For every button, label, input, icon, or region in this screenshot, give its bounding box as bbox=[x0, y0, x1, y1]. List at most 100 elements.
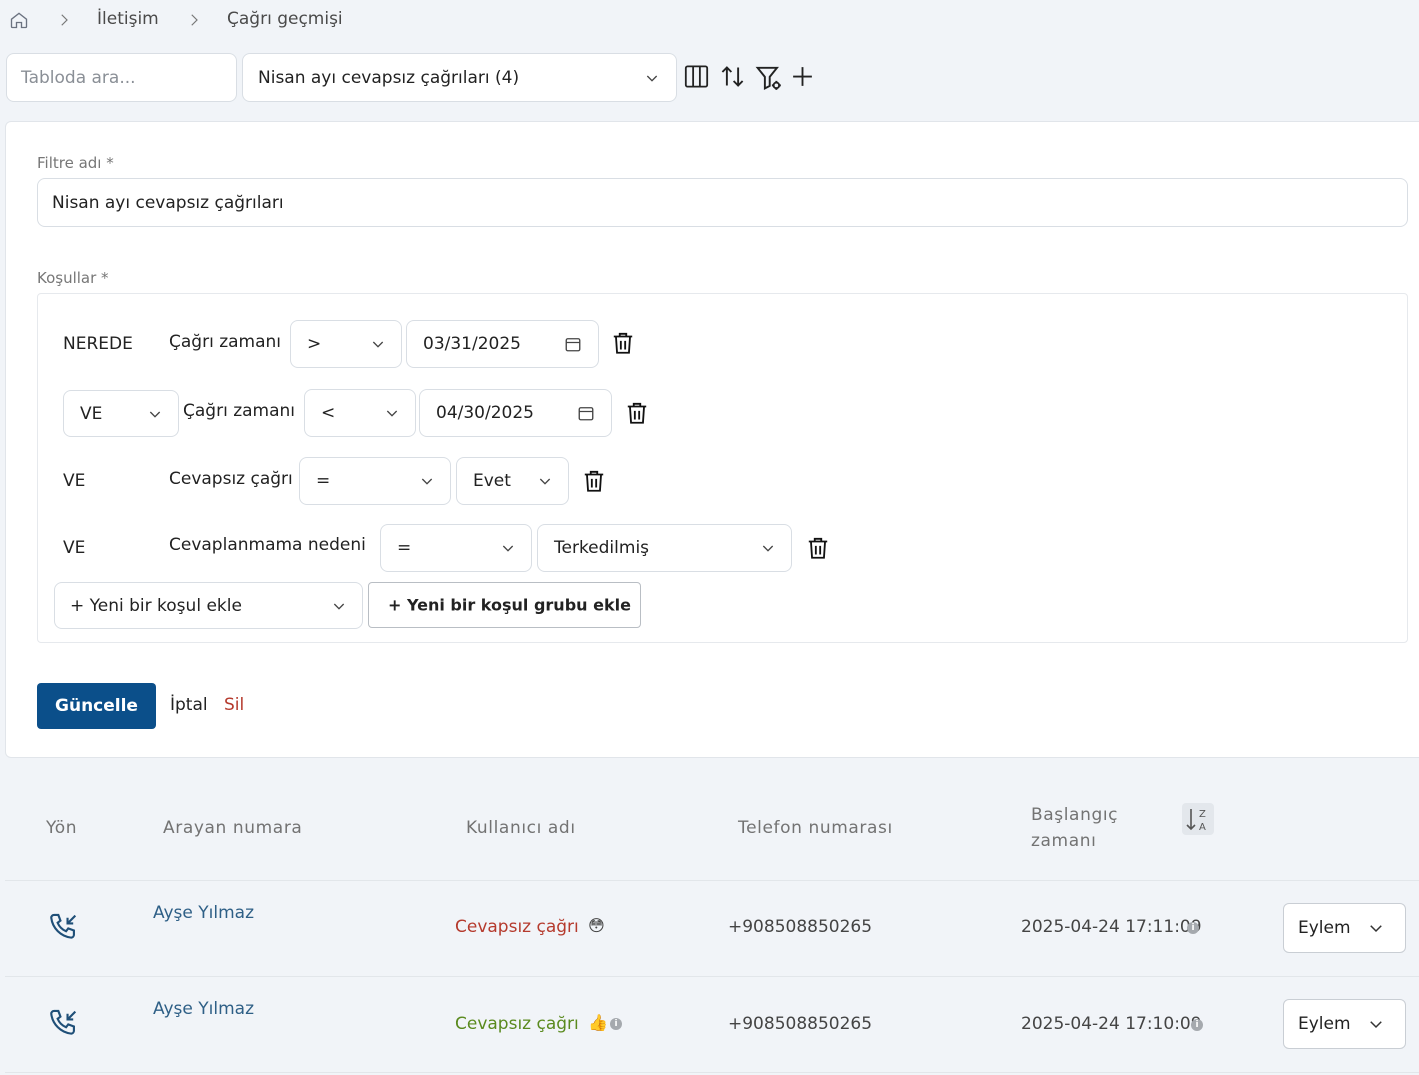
chevron-right-icon bbox=[191, 14, 198, 26]
svg-text:Z: Z bbox=[1199, 809, 1206, 820]
sort-desc-icon[interactable]: ZA bbox=[1182, 803, 1214, 835]
chevron-down-icon bbox=[646, 75, 658, 82]
chevron-down-icon bbox=[386, 410, 398, 417]
cancel-button[interactable]: İptal bbox=[170, 695, 208, 715]
column-header-direction[interactable]: Yön bbox=[46, 818, 77, 838]
incoming-call-icon bbox=[50, 1009, 77, 1035]
conditions-label: Koşullar * bbox=[37, 269, 109, 287]
add-condition-group-label: + Yeni bir koşul grubu ekle bbox=[388, 595, 631, 615]
condition-field: Cevapsız çağrı bbox=[169, 469, 293, 489]
filter-name-label: Filtre adı * bbox=[37, 154, 114, 172]
condition-date-input[interactable]: 04/30/2025 bbox=[419, 389, 612, 437]
chevron-down-icon bbox=[372, 341, 384, 348]
condition-value-select[interactable]: Terkedilmiş bbox=[537, 524, 792, 572]
caller-link[interactable]: Ayşe Yılmaz bbox=[153, 999, 254, 1019]
column-header-start-time[interactable]: Başlangıç bbox=[1031, 805, 1118, 825]
operator-value: = bbox=[316, 471, 331, 491]
saved-view-select[interactable]: Nisan ayı cevapsız çağrıları (4) bbox=[242, 53, 677, 102]
chevron-down-icon bbox=[333, 603, 345, 610]
action-button[interactable]: Eylem bbox=[1283, 903, 1406, 953]
column-header-caller[interactable]: Arayan numara bbox=[163, 818, 302, 838]
action-button-label: Eylem bbox=[1298, 1014, 1351, 1034]
condition-value-select[interactable]: Evet bbox=[456, 457, 569, 505]
chevron-down-icon bbox=[1370, 925, 1382, 933]
breadcrumb-item-call-history: Çağrı geçmişi bbox=[227, 9, 343, 29]
column-header-phone[interactable]: Telefon numarası bbox=[738, 818, 893, 838]
phone-number: +908508850265 bbox=[728, 917, 873, 937]
row-divider bbox=[5, 976, 1419, 977]
update-button[interactable]: Güncelle bbox=[37, 683, 156, 729]
search-placeholder: Tabloda ara... bbox=[21, 67, 136, 88]
delete-button[interactable]: Sil bbox=[224, 695, 244, 715]
operator-value: < bbox=[321, 403, 336, 423]
condition-connector-select[interactable]: VE bbox=[63, 390, 179, 437]
add-condition-group-button[interactable]: + Yeni bir koşul grubu ekle bbox=[368, 582, 641, 628]
filter-settings-icon[interactable] bbox=[754, 63, 783, 92]
add-icon[interactable] bbox=[790, 64, 815, 89]
chevron-down-icon bbox=[539, 478, 551, 485]
value-selected: Terkedilmiş bbox=[554, 538, 650, 558]
condition-operator-select[interactable]: > bbox=[290, 320, 402, 368]
action-button-label: Eylem bbox=[1298, 918, 1351, 938]
status-emoji: 👍 bbox=[588, 1013, 608, 1032]
condition-connector: VE bbox=[63, 538, 86, 558]
breadcrumb-item-iletisim[interactable]: İletişim bbox=[97, 9, 159, 29]
condition-operator-select[interactable]: = bbox=[299, 457, 451, 505]
start-time: 2025-04-24 17:11:09 bbox=[1021, 917, 1202, 937]
phone-number: +908508850265 bbox=[728, 1014, 873, 1034]
calendar-icon[interactable] bbox=[577, 404, 595, 422]
caller-link[interactable]: Ayşe Yılmaz bbox=[153, 903, 254, 923]
condition-date-input[interactable]: 03/31/2025 bbox=[406, 320, 599, 368]
saved-view-value: Nisan ayı cevapsız çağrıları (4) bbox=[258, 67, 520, 88]
add-condition-select[interactable]: + Yeni bir koşul ekle bbox=[54, 582, 363, 629]
column-header-start-time-2: zamanı bbox=[1031, 831, 1097, 851]
delete-condition-icon[interactable] bbox=[624, 400, 650, 426]
column-header-user[interactable]: Kullanıcı adı bbox=[466, 818, 576, 838]
filter-editor-card: Filtre adı * Nisan ayı cevapsız çağrılar… bbox=[5, 121, 1419, 758]
table-divider bbox=[5, 880, 1419, 881]
chevron-down-icon bbox=[762, 545, 774, 552]
call-status: Cevapsız çağrı bbox=[455, 1014, 579, 1034]
action-button[interactable]: Eylem bbox=[1283, 999, 1406, 1049]
delete-condition-icon[interactable] bbox=[581, 468, 607, 494]
incoming-call-icon bbox=[50, 913, 77, 939]
condition-operator-select[interactable]: < bbox=[304, 389, 416, 437]
info-icon[interactable]: i bbox=[1191, 1019, 1203, 1031]
filter-name-value: Nisan ayı cevapsız çağrıları bbox=[52, 192, 284, 213]
condition-connector: NEREDE bbox=[63, 334, 133, 354]
condition-field: Çağrı zamanı bbox=[183, 401, 296, 421]
svg-text:A: A bbox=[1199, 822, 1206, 833]
sort-icon[interactable] bbox=[719, 63, 746, 90]
condition-operator-select[interactable]: = bbox=[380, 524, 532, 572]
start-time: 2025-04-24 17:10:09 bbox=[1021, 1014, 1202, 1034]
add-condition-label: + Yeni bir koşul ekle bbox=[70, 595, 242, 616]
condition-field: Çağrı zamanı bbox=[169, 332, 282, 352]
table-search-input[interactable]: Tabloda ara... bbox=[6, 53, 237, 102]
connector-value: VE bbox=[80, 403, 103, 424]
call-status: Cevapsız çağrı bbox=[455, 917, 579, 937]
chevron-down-icon bbox=[421, 478, 433, 485]
date-value: 04/30/2025 bbox=[436, 403, 534, 423]
chevron-down-icon bbox=[1370, 1021, 1382, 1029]
conditions-panel: NEREDE Çağrı zamanı > 03/31/2025 VE Çağr… bbox=[37, 293, 1408, 643]
date-value: 03/31/2025 bbox=[423, 334, 521, 354]
chevron-right-icon bbox=[61, 14, 68, 26]
condition-field: Cevaplanmama nedeni bbox=[169, 535, 366, 555]
columns-icon[interactable] bbox=[683, 63, 710, 90]
chevron-down-icon bbox=[502, 545, 514, 552]
update-button-label: Güncelle bbox=[55, 696, 138, 716]
row-divider bbox=[5, 1072, 1419, 1073]
condition-connector: VE bbox=[63, 471, 86, 491]
delete-condition-icon[interactable] bbox=[610, 330, 636, 356]
home-icon[interactable] bbox=[9, 10, 29, 30]
operator-value: > bbox=[307, 334, 322, 354]
delete-condition-icon[interactable] bbox=[805, 535, 831, 561]
filter-name-input[interactable]: Nisan ayı cevapsız çağrıları bbox=[37, 178, 1408, 227]
value-selected: Evet bbox=[473, 471, 511, 491]
calendar-icon[interactable] bbox=[564, 335, 582, 353]
status-emoji: 😳 bbox=[588, 916, 605, 935]
operator-value: = bbox=[397, 538, 412, 558]
info-icon[interactable]: i bbox=[610, 1018, 622, 1030]
chevron-down-icon bbox=[149, 411, 161, 418]
info-icon[interactable]: i bbox=[1187, 922, 1199, 934]
